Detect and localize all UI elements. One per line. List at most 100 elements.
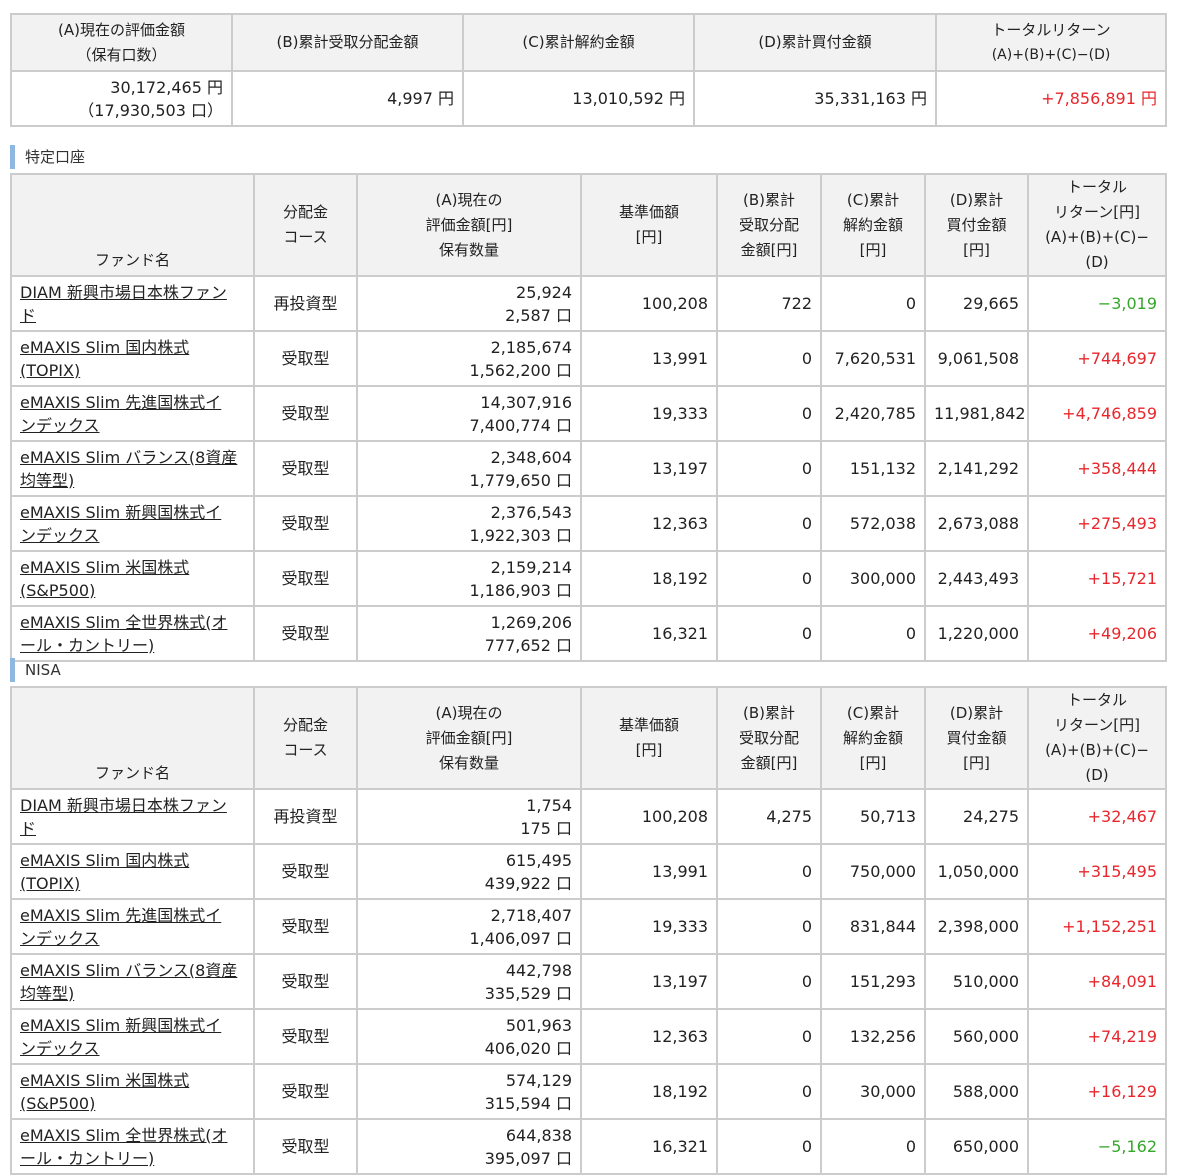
fund-name-link[interactable]: eMAXIS Slim 国内株式 (TOPIX) xyxy=(10,330,255,387)
col-header-course: 分配金 コース xyxy=(253,173,358,277)
total-return: +1,152,251 xyxy=(1027,898,1167,955)
distribution-course: 受取型 xyxy=(253,385,358,442)
purchase-amount: 588,000 xyxy=(924,1063,1029,1120)
nav-price: 13,197 xyxy=(580,953,718,1010)
distribution-course: 受取型 xyxy=(253,1008,358,1065)
total-return: +84,091 xyxy=(1027,953,1167,1010)
fund-name-link[interactable]: eMAXIS Slim バランス(8資産 均等型) xyxy=(10,953,255,1010)
valuation-amount: 2,159,214 1,186,903 口 xyxy=(356,550,582,607)
col-header-value: (A)現在の 評価金額[円] 保有数量 xyxy=(356,686,582,790)
col-header-dividends: (B)累計 受取分配 金額[円] xyxy=(716,173,822,277)
table-row: eMAXIS Slim 国内株式 (TOPIX) 受取型 615,495 439,922… xyxy=(10,843,1167,900)
col-header-total-return: トータル リターン[円] (A)+(B)+(C)−(D) xyxy=(1027,173,1167,277)
distribution-course: 受取型 xyxy=(253,1063,358,1120)
total-return: −3,019 xyxy=(1027,275,1167,332)
valuation-amount: 501,963 406,020 口 xyxy=(356,1008,582,1065)
purchase-amount: 560,000 xyxy=(924,1008,1029,1065)
distribution-course: 受取型 xyxy=(253,495,358,552)
valuation-amount: 2,376,543 1,922,303 口 xyxy=(356,495,582,552)
purchase-amount: 24,275 xyxy=(924,788,1029,845)
col-header-redemptions: (C)累計 解約金額 [円] xyxy=(820,686,926,790)
purchase-amount: 2,141,292 xyxy=(924,440,1029,497)
summary-header-b: (B)累計受取分配金額 xyxy=(231,13,464,72)
purchase-amount: 29,665 xyxy=(924,275,1029,332)
total-return: +74,219 xyxy=(1027,1008,1167,1065)
fund-name-link[interactable]: eMAXIS Slim 国内株式 (TOPIX) xyxy=(10,843,255,900)
table-row: eMAXIS Slim 全世界株式(オ ール・カントリー) 受取型 1,269,206… xyxy=(10,605,1167,662)
fund-name-link[interactable]: eMAXIS Slim 先進国株式イ ンデックス xyxy=(10,898,255,955)
total-return: +49,206 xyxy=(1027,605,1167,662)
table-row: eMAXIS Slim 国内株式 (TOPIX) 受取型 2,185,674 1,562… xyxy=(10,330,1167,387)
purchase-amount: 510,000 xyxy=(924,953,1029,1010)
table-row: eMAXIS Slim 米国株式 (S&P500) 受取型 574,129 315,59… xyxy=(10,1063,1167,1120)
col-header-nav: 基準価額 [円] xyxy=(580,173,718,277)
fund-name-link[interactable]: eMAXIS Slim 全世界株式(オ ール・カントリー) xyxy=(10,605,255,662)
table-row: eMAXIS Slim バランス(8資産 均等型) 受取型 2,348,604 1,77… xyxy=(10,440,1167,497)
table-row: eMAXIS Slim 全世界株式(オ ール・カントリー) 受取型 644,838 39… xyxy=(10,1118,1167,1175)
summary-value-a: 30,172,465 円 （17,930,503 口） xyxy=(10,70,233,127)
nav-price: 16,321 xyxy=(580,1118,718,1175)
dividends-received: 722 xyxy=(716,275,822,332)
col-header-course: 分配金 コース xyxy=(253,686,358,790)
nav-price: 16,321 xyxy=(580,605,718,662)
dividends-received: 0 xyxy=(716,1118,822,1175)
summary-header-a: (A)現在の評価金額 （保有口数） xyxy=(10,13,233,72)
col-header-purchases: (D)累計 買付金額 [円] xyxy=(924,173,1029,277)
dividends-received: 0 xyxy=(716,1008,822,1065)
fund-name-link[interactable]: eMAXIS Slim 米国株式 (S&P500) xyxy=(10,1063,255,1120)
purchase-amount: 2,398,000 xyxy=(924,898,1029,955)
col-header-value: (A)現在の 評価金額[円] 保有数量 xyxy=(356,173,582,277)
nav-price: 18,192 xyxy=(580,1063,718,1120)
redemption-amount: 572,038 xyxy=(820,495,926,552)
fund-name-link[interactable]: DIAM 新興市場日本株ファンド xyxy=(10,275,255,332)
nav-price: 100,208 xyxy=(580,275,718,332)
nav-price: 100,208 xyxy=(580,788,718,845)
valuation-amount: 615,495 439,922 口 xyxy=(356,843,582,900)
total-return: +32,467 xyxy=(1027,788,1167,845)
purchase-amount: 650,000 xyxy=(924,1118,1029,1175)
summary-value-b: 4,997 円 xyxy=(231,70,464,127)
fund-name-link[interactable]: DIAM 新興市場日本株ファンド xyxy=(10,788,255,845)
dividends-received: 0 xyxy=(716,440,822,497)
dividends-received: 0 xyxy=(716,953,822,1010)
valuation-amount: 1,754 175 口 xyxy=(356,788,582,845)
redemption-amount: 7,620,531 xyxy=(820,330,926,387)
fund-name-link[interactable]: eMAXIS Slim 先進国株式イ ンデックス xyxy=(10,385,255,442)
nav-price: 13,991 xyxy=(580,843,718,900)
valuation-amount: 1,269,206 777,652 口 xyxy=(356,605,582,662)
distribution-course: 再投資型 xyxy=(253,788,358,845)
fund-name-link[interactable]: eMAXIS Slim 新興国株式イ ンデックス xyxy=(10,1008,255,1065)
total-return: +275,493 xyxy=(1027,495,1167,552)
distribution-course: 受取型 xyxy=(253,1118,358,1175)
dividends-received: 0 xyxy=(716,1063,822,1120)
valuation-amount: 574,129 315,594 口 xyxy=(356,1063,582,1120)
valuation-amount: 644,838 395,097 口 xyxy=(356,1118,582,1175)
col-header-redemptions: (C)累計 解約金額 [円] xyxy=(820,173,926,277)
valuation-amount: 14,307,916 7,400,774 口 xyxy=(356,385,582,442)
fund-name-link[interactable]: eMAXIS Slim 全世界株式(オ ール・カントリー) xyxy=(10,1118,255,1175)
valuation-amount: 2,348,604 1,779,650 口 xyxy=(356,440,582,497)
dividends-received: 0 xyxy=(716,605,822,662)
fund-name-link[interactable]: eMAXIS Slim 米国株式 (S&P500) xyxy=(10,550,255,607)
dividends-received: 0 xyxy=(716,550,822,607)
distribution-course: 受取型 xyxy=(253,898,358,955)
col-header-dividends: (B)累計 受取分配 金額[円] xyxy=(716,686,822,790)
total-return: +15,721 xyxy=(1027,550,1167,607)
total-return: +744,697 xyxy=(1027,330,1167,387)
distribution-course: 受取型 xyxy=(253,330,358,387)
dividends-received: 0 xyxy=(716,330,822,387)
section-label-tokutei: 特定口座 xyxy=(10,145,85,169)
fund-name-link[interactable]: eMAXIS Slim バランス(8資産 均等型) xyxy=(10,440,255,497)
redemption-amount: 2,420,785 xyxy=(820,385,926,442)
fund-name-link[interactable]: eMAXIS Slim 新興国株式イ ンデックス xyxy=(10,495,255,552)
col-header-purchases: (D)累計 買付金額 [円] xyxy=(924,686,1029,790)
redemption-amount: 151,132 xyxy=(820,440,926,497)
valuation-amount: 442,798 335,529 口 xyxy=(356,953,582,1010)
distribution-course: 再投資型 xyxy=(253,275,358,332)
col-header-fund-name: ファンド名 xyxy=(10,173,255,277)
table-row: eMAXIS Slim 新興国株式イ ンデックス 受取型 501,963 406,020… xyxy=(10,1008,1167,1065)
distribution-course: 受取型 xyxy=(253,605,358,662)
summary-value-d: 35,331,163 円 xyxy=(693,70,937,127)
col-header-fund-name: ファンド名 xyxy=(10,686,255,790)
nav-price: 19,333 xyxy=(580,385,718,442)
